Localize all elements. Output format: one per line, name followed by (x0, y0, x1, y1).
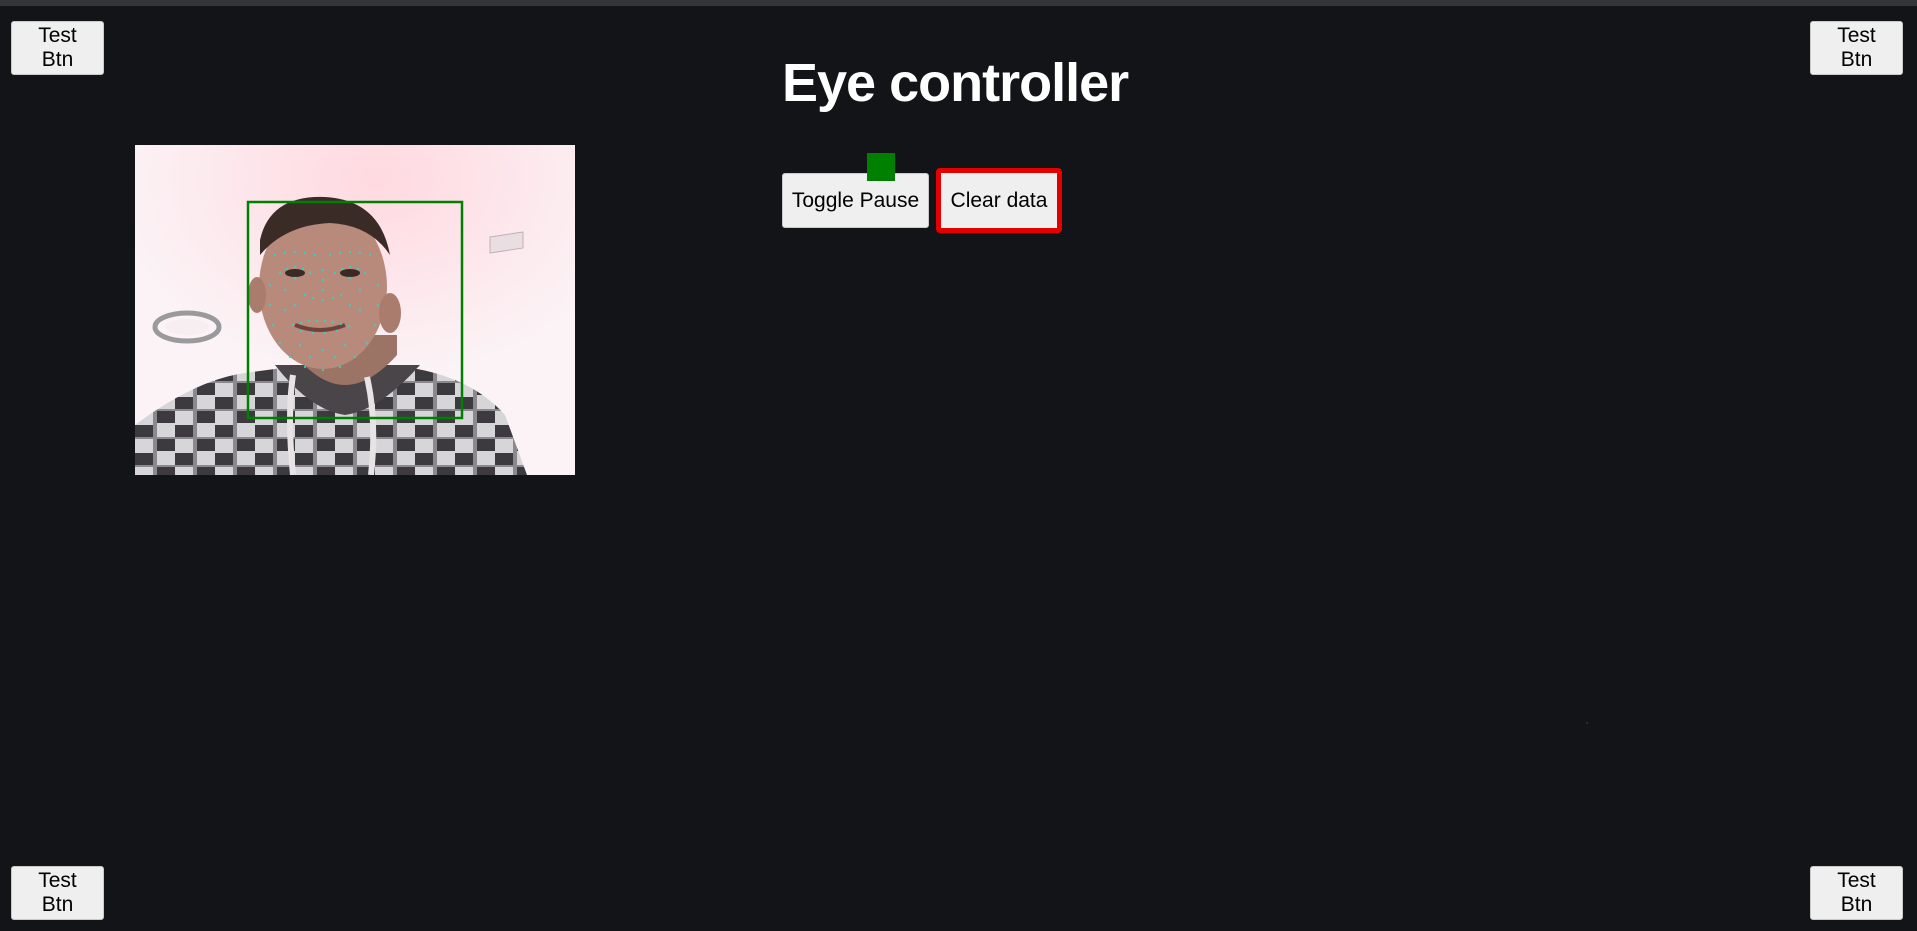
page-title: Eye controller (782, 53, 1129, 113)
test-button-top-left[interactable]: Test Btn (11, 21, 104, 75)
toggle-pause-button[interactable]: Toggle Pause (782, 173, 929, 228)
window-top-bar (0, 0, 1917, 6)
clear-data-button[interactable]: Clear data (936, 168, 1062, 233)
test-button-bottom-left[interactable]: Test Btn (11, 866, 104, 920)
webcam-feed (135, 145, 575, 475)
gaze-dot (1586, 722, 1588, 724)
test-button-top-right[interactable]: Test Btn (1810, 21, 1903, 75)
webcam-frame-image (135, 145, 575, 475)
test-button-bottom-right[interactable]: Test Btn (1810, 866, 1903, 920)
status-indicator (867, 153, 895, 181)
